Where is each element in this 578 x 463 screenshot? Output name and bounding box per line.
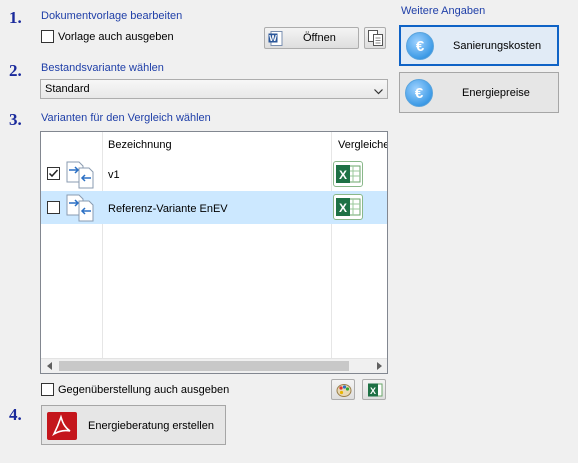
copy-template-button[interactable] (364, 27, 386, 49)
base-variant-select[interactable]: Standard (40, 79, 388, 99)
energy-prices-button[interactable]: € Energiepreise (399, 72, 559, 113)
svg-text:X: X (370, 386, 376, 396)
chevron-down-icon (374, 86, 383, 98)
copy-document-icon (368, 30, 383, 49)
create-energy-consultation-label: Energieberatung erstellen (88, 420, 214, 432)
comparison-output-checkbox[interactable] (41, 383, 54, 396)
template-output-checkbox[interactable] (41, 30, 54, 43)
section-title-document-template: Dokumentvorlage bearbeiten (41, 10, 183, 22)
variants-table: Bezeichnung Vergleiche v1 X Referenz-Var… (40, 131, 388, 374)
svg-text:W: W (269, 34, 277, 43)
svg-text:X: X (339, 201, 347, 215)
excel-icon[interactable]: X (333, 161, 363, 187)
template-output-checkbox-label: Vorlage auch ausgeben (58, 30, 174, 43)
step-number-4: 4. (9, 405, 22, 424)
row-checkbox[interactable] (47, 167, 60, 180)
euro-icon: € (405, 79, 433, 107)
create-energy-consultation-button[interactable]: Energieberatung erstellen (41, 405, 226, 445)
open-button-label: Öffnen (303, 32, 336, 44)
section-title-compare-variants: Varianten für den Vergleich wählen (41, 112, 211, 124)
column-header-name[interactable]: Bezeichnung (108, 139, 172, 151)
horizontal-scrollbar[interactable] (41, 358, 387, 373)
scrollbar-thumb[interactable] (59, 361, 349, 371)
comparison-output-checkbox-label: Gegenüberstellung auch ausgeben (58, 383, 230, 396)
step-number-2: 2. (9, 61, 22, 80)
word-document-icon: W (268, 31, 283, 46)
palette-icon (336, 382, 352, 401)
variant-transfer-icon (65, 160, 95, 193)
excel-export-button[interactable]: X (362, 379, 386, 400)
variant-name: v1 (108, 169, 120, 181)
pdf-icon (47, 412, 77, 443)
right-panel-title: Weitere Angaben (401, 5, 486, 17)
section-title-base-variant: Bestandsvariante wählen (41, 62, 164, 74)
step-number-1: 1. (9, 8, 22, 27)
excel-icon: X (367, 382, 383, 401)
step-number-3: 3. (9, 110, 22, 129)
column-header-compare[interactable]: Vergleiche (338, 139, 387, 151)
comparison-output-checkbox-row[interactable]: Gegenüberstellung auch ausgeben (41, 383, 229, 396)
table-row[interactable]: v1 X (41, 158, 387, 191)
base-variant-select-value: Standard (45, 83, 90, 95)
renovation-costs-button[interactable]: € Sanierungskosten (399, 25, 559, 66)
table-row-selected[interactable]: Referenz-Variante EnEV X (41, 191, 387, 224)
row-checkbox[interactable] (47, 201, 60, 214)
variant-name: Referenz-Variante EnEV (108, 203, 228, 215)
open-button[interactable]: W Öffnen (264, 27, 359, 49)
excel-icon[interactable]: X (333, 194, 363, 220)
template-output-checkbox-row[interactable]: Vorlage auch ausgeben (41, 30, 174, 43)
renovation-costs-label: Sanierungskosten (453, 40, 542, 52)
scroll-left-icon[interactable] (41, 359, 58, 373)
svg-text:X: X (339, 168, 347, 182)
energy-prices-label: Energiepreise (462, 87, 530, 99)
variant-transfer-icon (65, 193, 95, 226)
euro-icon: € (406, 32, 434, 60)
palette-settings-button[interactable] (331, 379, 355, 400)
scroll-right-icon[interactable] (370, 359, 387, 373)
